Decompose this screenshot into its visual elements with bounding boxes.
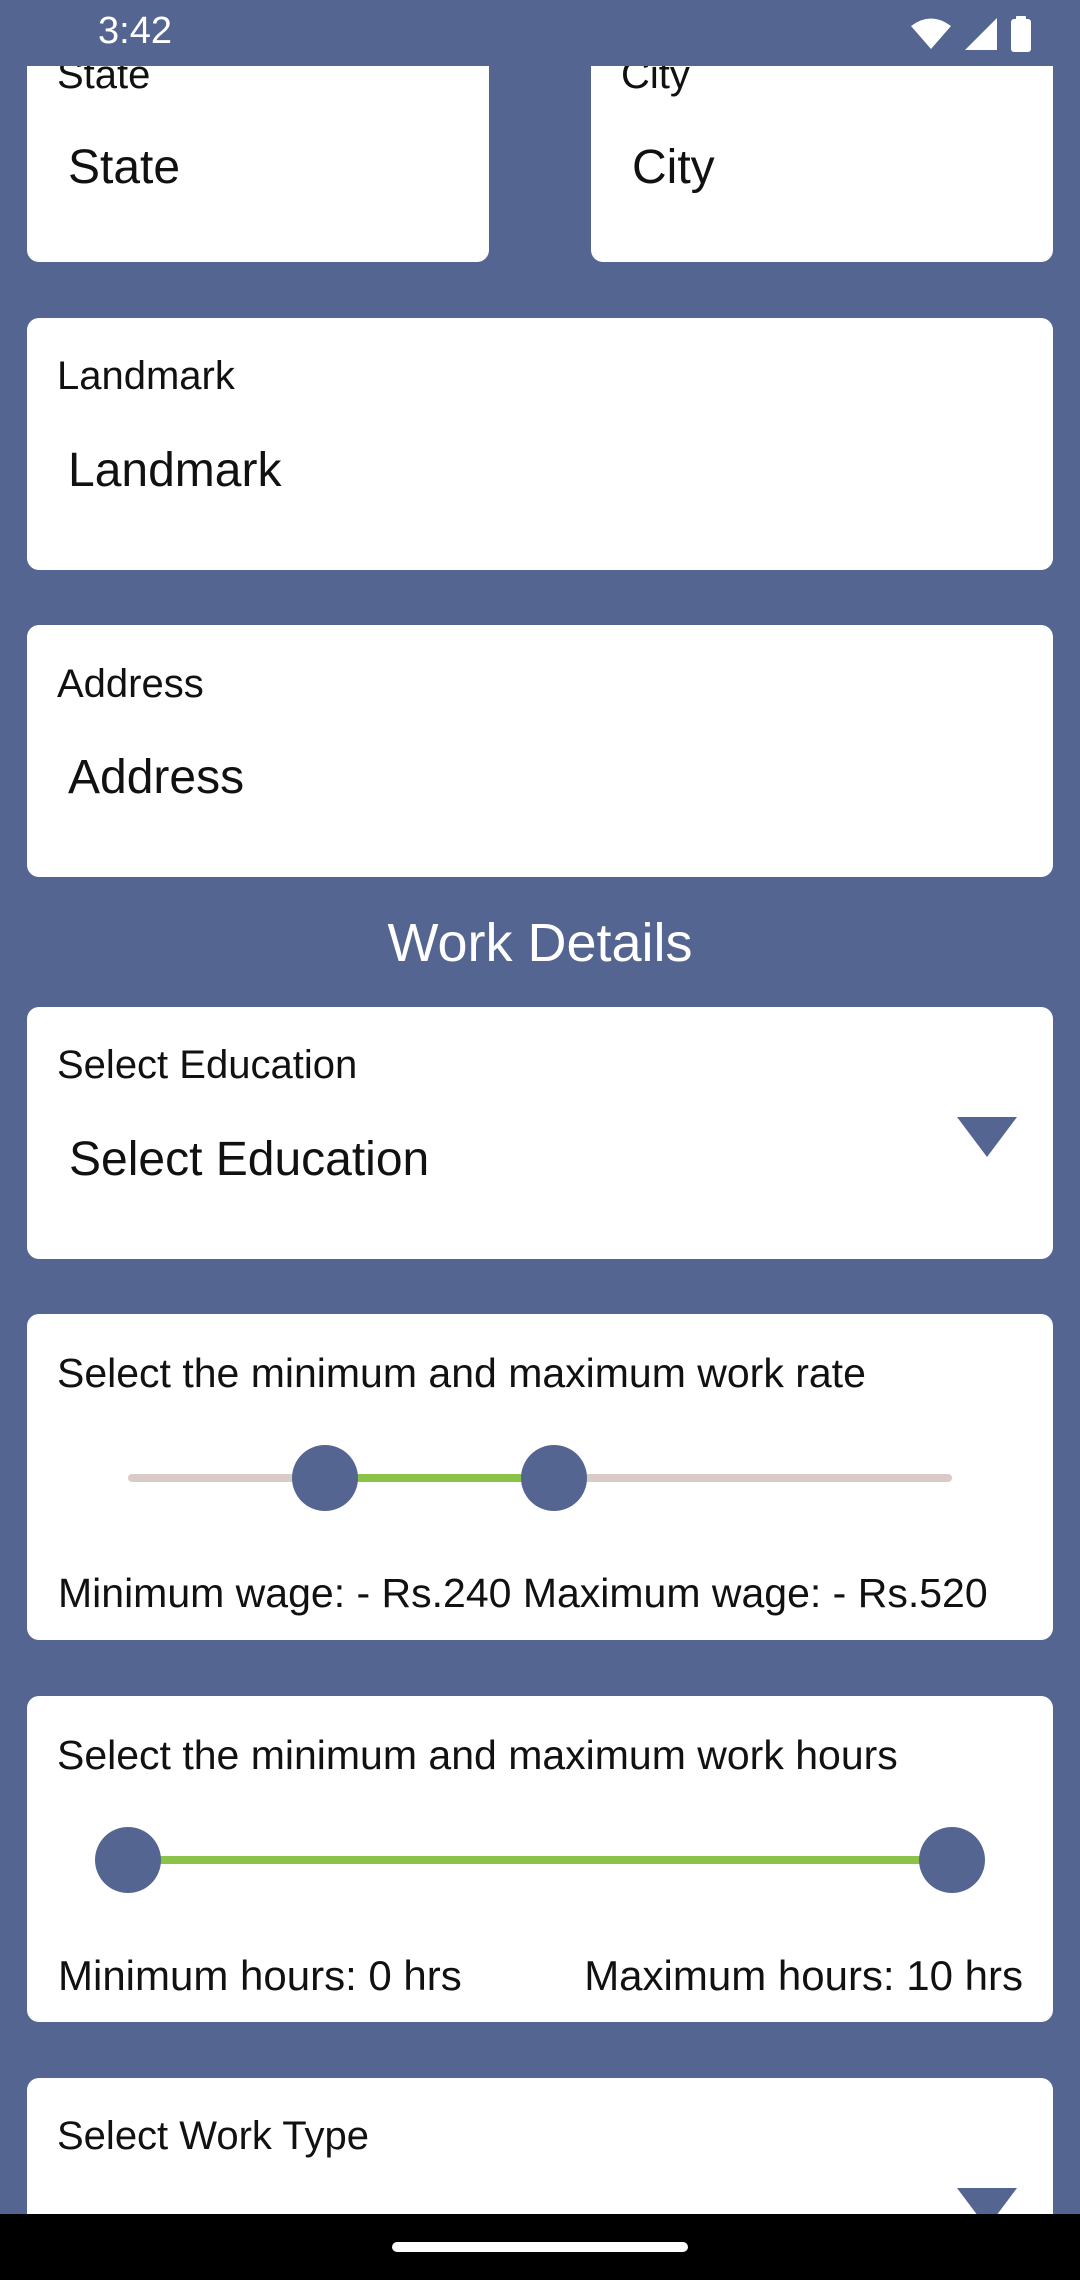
work-rate-label: Select the minimum and maximum work rate	[57, 1350, 866, 1396]
work-details-title: Work Details	[387, 913, 693, 973]
landmark-label: Landmark	[57, 354, 235, 398]
work-rate-range-text: Minimum wage: - Rs.240 Maximum wage: - R…	[58, 1570, 988, 1616]
work-hours-min-thumb[interactable]	[95, 1827, 161, 1893]
city-input-value[interactable]: City	[632, 140, 715, 195]
education-dropdown[interactable]: Select Education Select Education	[27, 1007, 1053, 1259]
status-time: 3:42	[98, 10, 172, 52]
work-hours-card: Select the minimum and maximum work hour…	[27, 1696, 1053, 2022]
work-rate-slider[interactable]	[27, 1445, 1053, 1511]
work-hours-active-range	[128, 1856, 952, 1864]
work-hours-label: Select the minimum and maximum work hour…	[57, 1732, 898, 1778]
work-rate-card: Select the minimum and maximum work rate…	[27, 1314, 1053, 1640]
landmark-field[interactable]: Landmark Landmark	[27, 318, 1053, 570]
work-hours-max-thumb[interactable]	[919, 1827, 985, 1893]
work-hours-min-text: Minimum hours: 0 hrs	[58, 1952, 462, 1999]
screen: 3:42 State State City City Landmark Land…	[0, 0, 1080, 2280]
status-bar: 3:42	[0, 0, 1080, 66]
dropdown-arrow-icon[interactable]	[957, 1117, 1017, 1157]
address-input-value[interactable]: Address	[68, 750, 244, 805]
work-rate-min-thumb[interactable]	[292, 1445, 358, 1511]
education-label: Select Education	[57, 1043, 358, 1087]
navigation-bar	[0, 2214, 1080, 2280]
work-hours-slider[interactable]	[27, 1827, 1053, 1893]
state-input-value[interactable]: State	[68, 140, 180, 195]
battery-icon	[1011, 16, 1031, 52]
address-label: Address	[57, 662, 204, 706]
work-rate-max-thumb[interactable]	[521, 1445, 587, 1511]
status-icons	[910, 14, 1032, 54]
home-gesture-handle[interactable]	[392, 2242, 688, 2252]
wifi-icon	[911, 18, 951, 49]
education-selected-value: Select Education	[69, 1133, 430, 1186]
work-type-label: Select Work Type	[57, 2114, 369, 2158]
work-hours-max-text: Maximum hours: 10 hrs	[584, 1952, 1023, 1999]
landmark-input-value[interactable]: Landmark	[68, 443, 281, 498]
address-field[interactable]: Address Address	[27, 625, 1053, 877]
signal-icon	[965, 18, 997, 50]
work-rate-active-range	[325, 1474, 554, 1482]
